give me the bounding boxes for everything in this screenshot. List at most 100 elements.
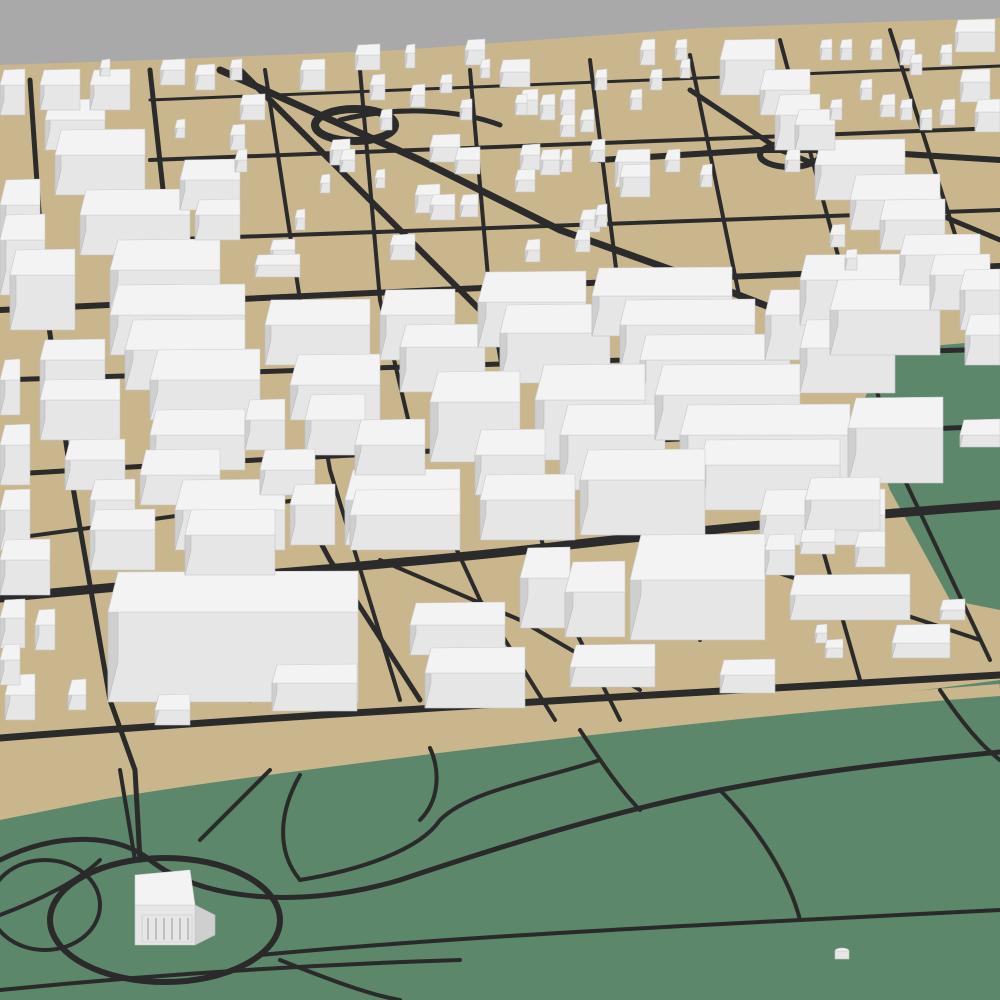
park-monument — [834, 947, 850, 960]
building-block — [891, 623, 951, 659]
building-block — [459, 98, 473, 121]
building-block — [389, 233, 416, 261]
building-block — [964, 313, 1000, 366]
building-block — [439, 73, 453, 94]
building-block — [559, 88, 576, 116]
building-block — [639, 38, 656, 66]
building-block — [479, 58, 491, 79]
building-block — [519, 546, 571, 629]
building-block — [799, 528, 836, 555]
building-block — [859, 78, 873, 101]
building-block — [784, 148, 801, 173]
building-block — [354, 43, 381, 71]
building-block — [289, 483, 336, 546]
building-block — [479, 473, 576, 541]
building-block — [629, 88, 643, 111]
building-block — [594, 68, 608, 91]
building-block — [229, 123, 246, 151]
building-block — [9, 248, 76, 331]
building-block — [34, 608, 56, 651]
building-block — [354, 418, 426, 476]
building-block — [0, 358, 21, 416]
building-block — [619, 163, 651, 198]
building-block — [919, 108, 933, 131]
building-block — [404, 43, 416, 69]
building-block — [184, 508, 276, 576]
building-block — [959, 68, 991, 103]
building-block — [294, 208, 306, 231]
building-block — [174, 118, 186, 139]
building-block — [319, 173, 331, 194]
building-block — [369, 73, 386, 101]
building-block — [339, 148, 356, 173]
building-block — [674, 38, 688, 61]
building-block — [854, 530, 886, 568]
building-block — [349, 488, 461, 551]
building-block — [39, 378, 121, 441]
building-block — [0, 643, 21, 686]
building-block — [829, 223, 846, 248]
building-block — [229, 58, 243, 81]
building-block — [519, 143, 541, 171]
building-block — [559, 113, 576, 138]
building-block — [194, 198, 241, 241]
building-block — [0, 68, 26, 116]
building-block — [899, 98, 913, 121]
building-block — [0, 598, 26, 649]
building-block — [679, 58, 691, 79]
building-block — [244, 398, 286, 451]
building-block — [879, 93, 896, 118]
building-block — [574, 228, 591, 253]
building-block — [819, 38, 833, 61]
building-block — [909, 53, 923, 76]
building-block — [789, 573, 911, 621]
building-block — [524, 238, 541, 263]
building-block — [499, 58, 531, 88]
building-block — [839, 38, 853, 61]
building-block — [579, 108, 595, 133]
building-block — [564, 560, 626, 638]
building-block — [664, 148, 681, 173]
building-block — [409, 601, 506, 656]
building-block — [847, 396, 944, 484]
building-block — [829, 98, 843, 121]
building-block — [579, 448, 706, 536]
building-block — [454, 146, 481, 175]
building-block — [939, 598, 966, 621]
building-block — [939, 98, 956, 126]
building-block — [939, 43, 953, 66]
building-block — [379, 108, 393, 131]
building-block — [429, 193, 456, 221]
building-block — [54, 128, 146, 196]
city-3d-map — [0, 0, 1000, 1000]
building-block — [794, 108, 836, 151]
building-block — [254, 253, 301, 278]
building-block — [514, 93, 528, 116]
building-block — [159, 58, 186, 86]
building-block — [569, 643, 656, 688]
building-block — [539, 148, 561, 176]
building-block — [804, 476, 881, 531]
building-block — [0, 423, 31, 486]
building-block — [424, 646, 526, 709]
building-block — [814, 623, 828, 644]
building-block — [154, 693, 191, 726]
building-block — [539, 93, 556, 121]
building-block — [0, 538, 51, 596]
building-block — [824, 638, 844, 659]
building-block — [649, 68, 663, 91]
building-block — [869, 38, 883, 61]
building-block — [514, 168, 536, 193]
building-block — [719, 658, 776, 694]
building-block — [954, 18, 996, 53]
building-block — [374, 168, 386, 189]
building-block — [829, 278, 941, 356]
building-block — [89, 508, 156, 571]
building-block — [271, 663, 358, 712]
building-block — [589, 138, 606, 163]
building-block — [409, 83, 426, 108]
building-block — [99, 58, 111, 77]
building-block — [974, 98, 1000, 133]
building-block — [764, 533, 796, 576]
building-block — [629, 533, 766, 641]
